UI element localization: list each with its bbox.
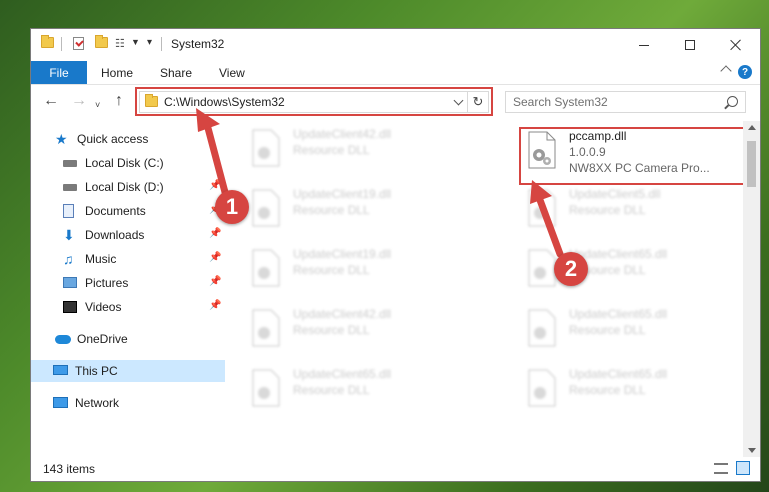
arrow-to-file [530, 180, 564, 258]
callout-badge-2: 2 [554, 252, 588, 286]
arrow-to-address-bar [196, 108, 230, 200]
callout-badge-1: 1 [215, 190, 249, 224]
callout-arrows [196, 108, 564, 258]
